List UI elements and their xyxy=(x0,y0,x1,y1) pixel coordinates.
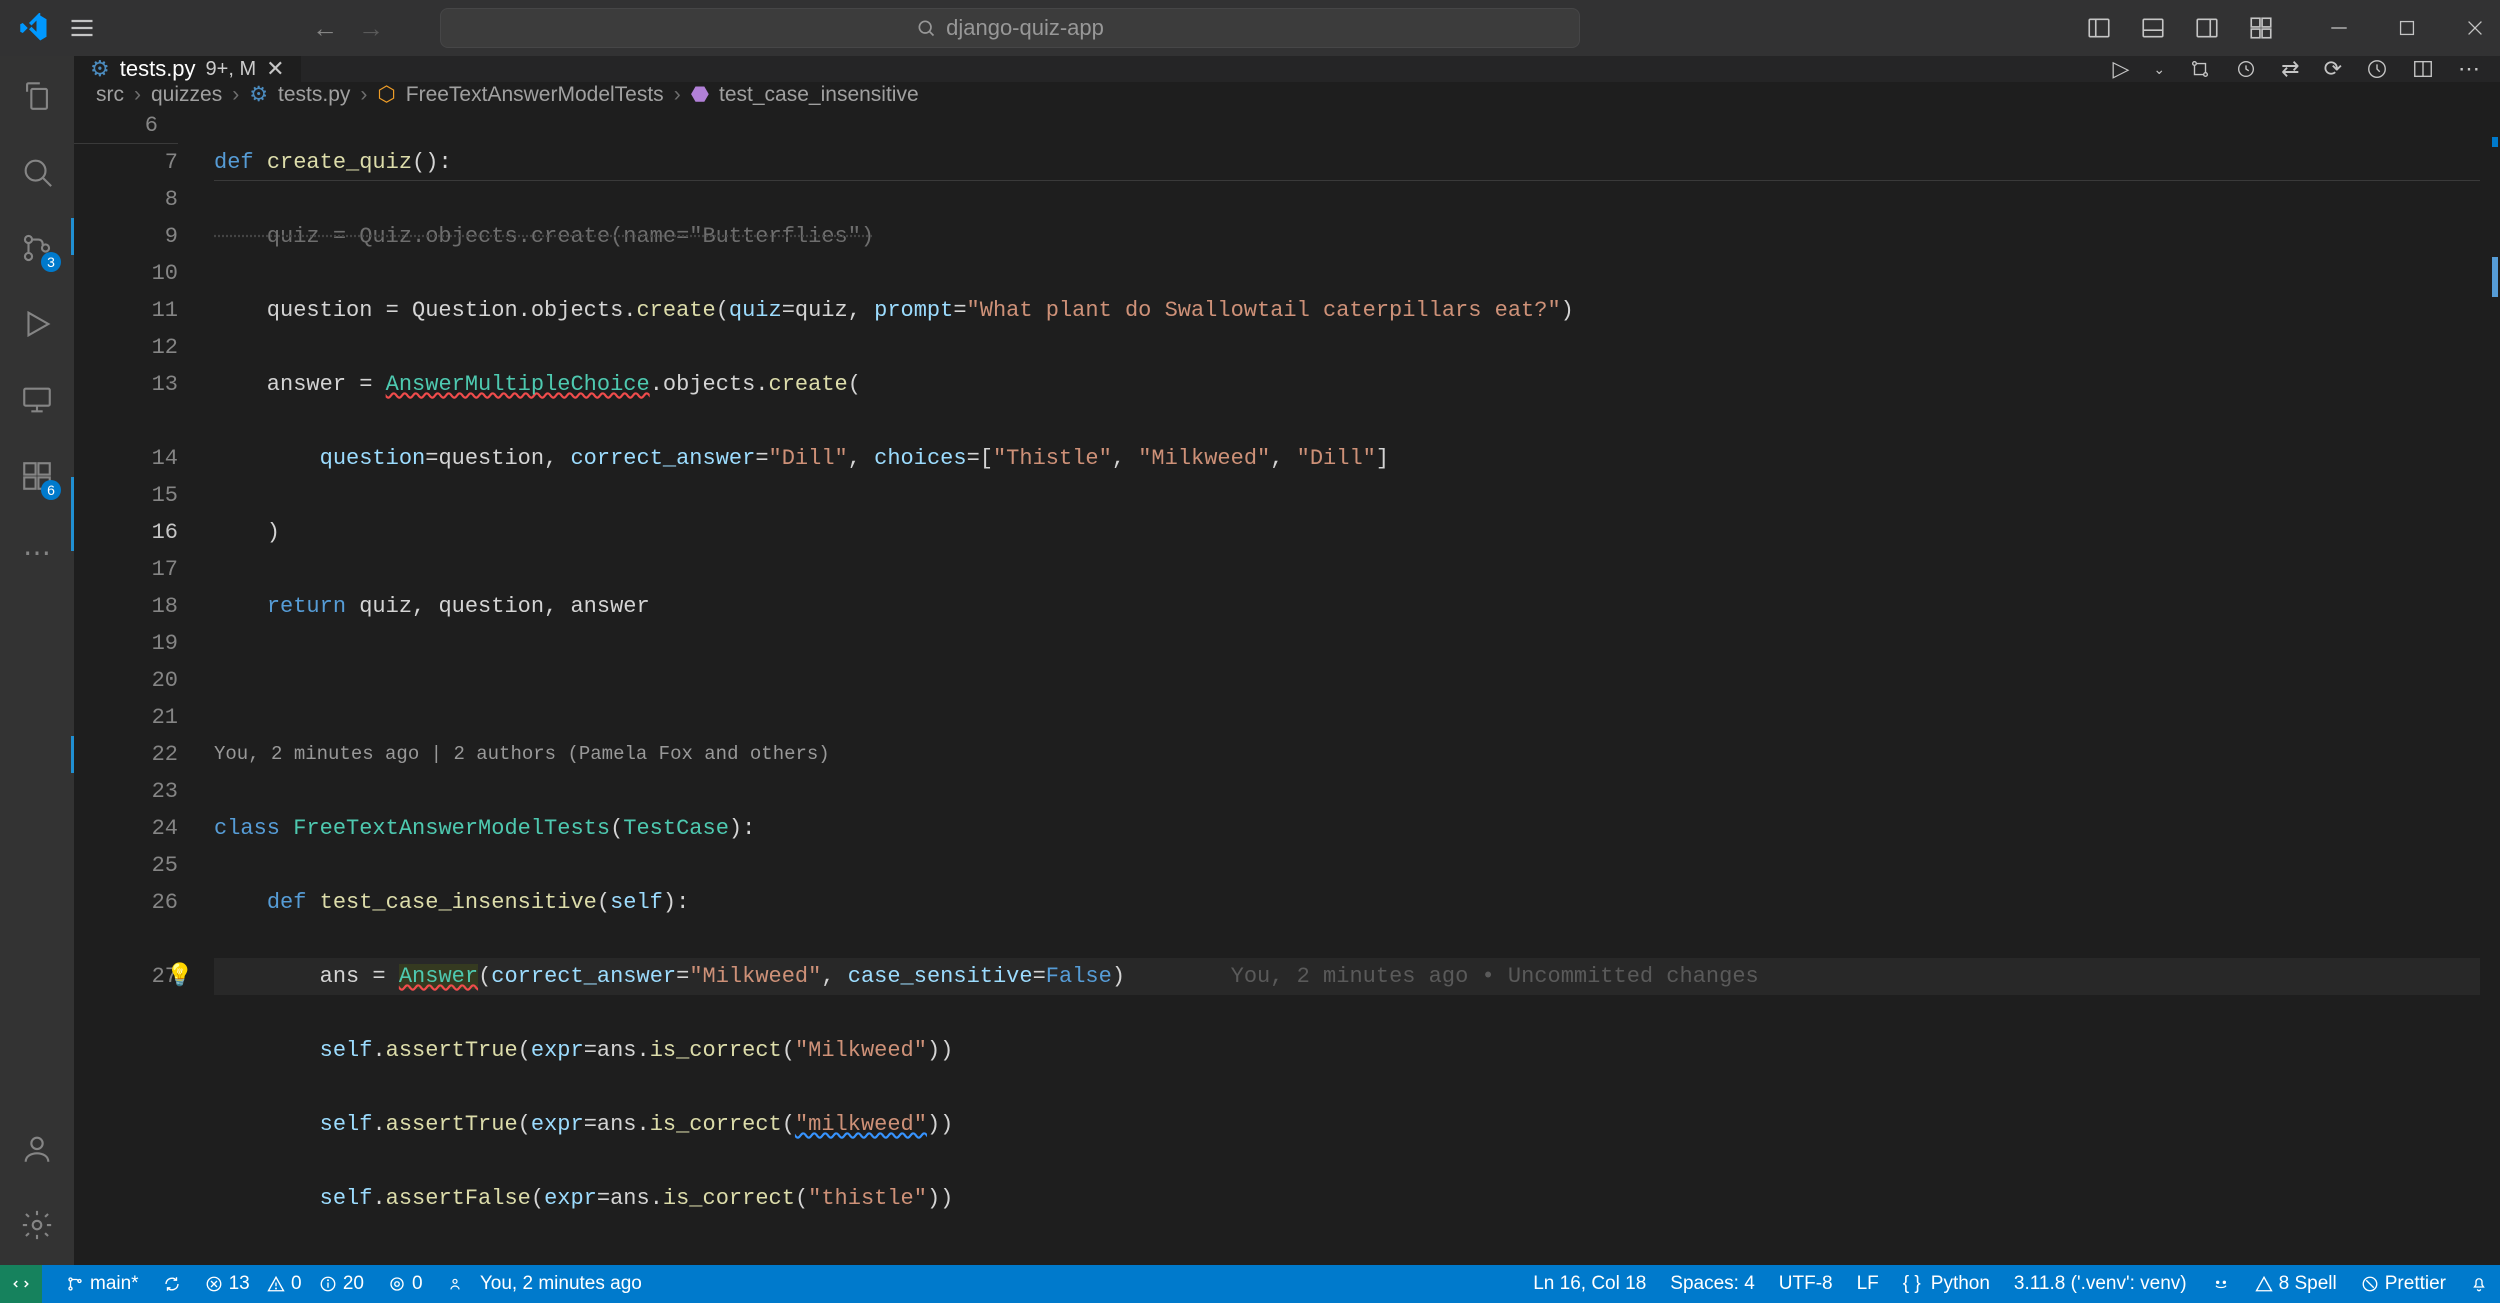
crumb[interactable]: tests.py xyxy=(278,83,350,107)
activity-bar: 3 6 ⋯ xyxy=(0,56,74,1265)
nav-back-icon[interactable]: ← xyxy=(312,13,338,44)
scm-badge: 3 xyxy=(41,252,61,272)
nav-forward-icon[interactable]: → xyxy=(358,13,384,44)
ext-badge: 6 xyxy=(41,480,61,500)
python-file-icon: ⚙ xyxy=(249,82,268,107)
git-compare-icon[interactable] xyxy=(2189,58,2211,80)
arrow-swap-icon[interactable]: ⇄ xyxy=(2281,56,2299,82)
spell-check[interactable]: 8 Spell xyxy=(2255,1273,2337,1295)
tab-bar: ⚙ tests.py 9+, M ✕ ▷ ⌄ ⇄ ⟳ ⋯ xyxy=(74,56,2500,82)
blame-status[interactable]: You, 2 minutes ago xyxy=(447,1273,642,1295)
go-icon[interactable]: ⟳ xyxy=(2324,56,2342,82)
class-icon: ⬡ xyxy=(377,82,395,107)
remote-indicator[interactable] xyxy=(0,1265,42,1303)
cursor-position[interactable]: Ln 16, Col 18 xyxy=(1533,1273,1646,1295)
crumb[interactable]: test_case_insensitive xyxy=(719,83,919,107)
python-interpreter[interactable]: 3.11.8 ('.venv': venv) xyxy=(2014,1273,2187,1295)
search-text: django-quiz-app xyxy=(946,15,1104,41)
timeline-icon[interactable] xyxy=(2366,58,2388,80)
branch-indicator[interactable]: main* xyxy=(66,1273,139,1295)
code-content[interactable]: def create_quiz(): quiz = Quiz.objects.c… xyxy=(214,107,2500,1265)
status-bar: main* 13 0 20 0 You, 2 minutes ago Ln 16… xyxy=(0,1265,2500,1303)
search-sidebar-icon[interactable] xyxy=(17,152,57,192)
title-bar: ← → django-quiz-app xyxy=(0,0,2500,56)
tab-status: 9+, M xyxy=(206,58,257,81)
breadcrumbs[interactable]: src› quizzes› ⚙ tests.py› ⬡ FreeTextAnsw… xyxy=(74,82,2500,107)
split-editor-icon[interactable] xyxy=(2412,58,2434,80)
vscode-logo-icon xyxy=(16,10,52,46)
editor-actions: ▷ ⌄ ⇄ ⟳ ⋯ xyxy=(2112,56,2500,82)
prettier-indicator[interactable]: Prettier xyxy=(2361,1273,2446,1295)
notifications-icon[interactable] xyxy=(2470,1275,2488,1293)
run-debug-icon[interactable] xyxy=(17,304,57,344)
editor-area: ⚙ tests.py 9+, M ✕ ▷ ⌄ ⇄ ⟳ ⋯ src› quizze… xyxy=(74,56,2500,1265)
toggle-secondary-sidebar-icon[interactable] xyxy=(2194,15,2220,41)
encoding[interactable]: UTF-8 xyxy=(1779,1273,1833,1295)
customize-layout-icon[interactable] xyxy=(2248,15,2274,41)
hamburger-menu-icon[interactable] xyxy=(68,14,96,42)
run-icon[interactable]: ▷ xyxy=(2112,56,2129,82)
tab-filename: tests.py xyxy=(120,56,196,82)
source-control-icon[interactable]: 3 xyxy=(17,228,57,268)
lightbulb-icon[interactable]: 💡 xyxy=(166,958,193,995)
copilot-icon[interactable] xyxy=(2211,1274,2231,1294)
settings-gear-icon[interactable] xyxy=(17,1205,57,1245)
accounts-icon[interactable] xyxy=(17,1129,57,1169)
more-actions-icon[interactable]: ⋯ xyxy=(2458,56,2480,82)
run-dropdown-icon[interactable]: ⌄ xyxy=(2153,61,2165,78)
minimize-icon[interactable] xyxy=(2330,19,2348,37)
line-gutter: 6 7 8 9 10 11 12 13 14 15 16 17 18 19 20… xyxy=(74,107,214,1265)
maximize-icon[interactable] xyxy=(2398,19,2416,37)
toggle-primary-sidebar-icon[interactable] xyxy=(2086,15,2112,41)
extensions-icon[interactable]: 6 xyxy=(17,456,57,496)
code-editor[interactable]: 6 7 8 9 10 11 12 13 14 15 16 17 18 19 20… xyxy=(74,107,2500,1265)
revert-icon[interactable] xyxy=(2235,58,2257,80)
more-views-icon[interactable]: ⋯ xyxy=(17,532,57,572)
language-mode[interactable]: { }Python xyxy=(1903,1273,1990,1295)
minimap[interactable] xyxy=(2480,107,2500,1265)
sync-indicator[interactable] xyxy=(163,1275,181,1293)
python-file-icon: ⚙ xyxy=(90,56,110,82)
remote-explorer-icon[interactable] xyxy=(17,380,57,420)
tab-tests-py[interactable]: ⚙ tests.py 9+, M ✕ xyxy=(74,56,302,82)
indentation[interactable]: Spaces: 4 xyxy=(1670,1273,1755,1295)
crumb[interactable]: FreeTextAnswerModelTests xyxy=(406,83,664,107)
problems-indicator[interactable]: 13 0 20 xyxy=(205,1273,364,1295)
crumb[interactable]: src xyxy=(96,83,124,107)
crumb[interactable]: quizzes xyxy=(151,83,222,107)
codelens[interactable]: You, 2 minutes ago | 2 authors (Pamela F… xyxy=(214,736,2500,773)
ports-indicator[interactable]: 0 xyxy=(388,1273,423,1295)
command-center[interactable]: django-quiz-app xyxy=(440,8,1580,48)
inline-blame: You, 2 minutes ago • Uncommitted changes xyxy=(1231,964,1759,989)
eol[interactable]: LF xyxy=(1857,1273,1879,1295)
close-tab-icon[interactable]: ✕ xyxy=(266,56,284,82)
explorer-icon[interactable] xyxy=(17,76,57,116)
method-icon: ⬣ xyxy=(691,82,709,107)
close-window-icon[interactable] xyxy=(2466,19,2484,37)
toggle-panel-icon[interactable] xyxy=(2140,15,2166,41)
